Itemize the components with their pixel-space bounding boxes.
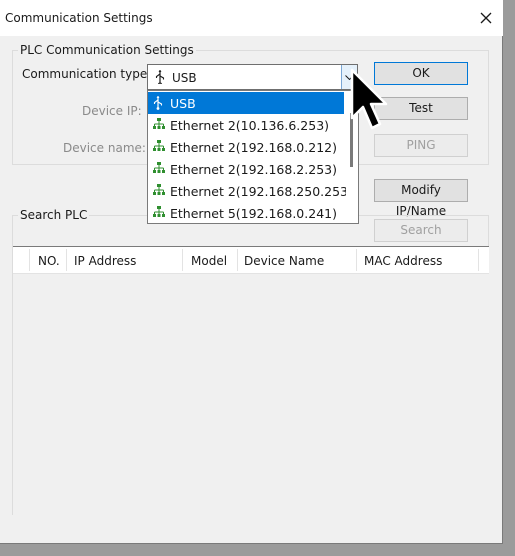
dropdown-option-ethernet[interactable]: Ethernet 5(192.168.0.241) — [148, 202, 344, 223]
close-button[interactable] — [474, 6, 498, 30]
window-title: Communication Settings — [5, 11, 153, 25]
dropdown-option-label: Ethernet 2(192.168.2.253) — [170, 162, 337, 177]
communication-type-dropdown-list[interactable]: USB Ethernet 2(10.136.6.253) Ethernet 2(… — [147, 90, 359, 224]
communication-type-label: Communication type: — [22, 67, 152, 81]
close-icon — [480, 12, 492, 24]
dropdown-option-label: Ethernet 2(192.168.250.253) — [170, 184, 353, 199]
test-button-label: Test — [409, 101, 433, 115]
column-separator — [356, 249, 357, 271]
dropdown-option-label: Ethernet 2(10.136.6.253) — [170, 118, 330, 133]
search-button-label: Search — [400, 223, 442, 237]
column-separator — [182, 249, 183, 271]
usb-icon — [153, 96, 163, 110]
dropdown-option-label: Ethernet 2(192.168.0.212) — [170, 140, 337, 155]
communication-type-select[interactable]: USB — [147, 64, 358, 90]
modify-ip-name-button[interactable]: Modify IP/Name — [374, 179, 468, 218]
column-header-device-name[interactable]: Device Name — [244, 254, 324, 268]
dropdown-option-label: Ethernet 5(192.168.0.241) — [170, 206, 337, 221]
modify-button-label: Modify IP/Name — [395, 183, 447, 218]
usb-icon — [155, 70, 165, 84]
network-icon — [153, 184, 165, 195]
column-header-model[interactable]: Model — [191, 254, 227, 268]
mouse-pointer-icon — [350, 68, 388, 130]
dropdown-option-ethernet[interactable]: Ethernet 2(192.168.2.253) — [148, 158, 344, 180]
dropdown-option-usb[interactable]: USB — [148, 92, 344, 114]
table-header-row: NO. IP Address Model Device Name MAC Add… — [13, 247, 489, 274]
ping-button[interactable]: PING — [374, 134, 468, 157]
dropdown-option-ethernet[interactable]: Ethernet 2(192.168.0.212) — [148, 136, 344, 158]
plc-communication-legend: PLC Communication Settings — [18, 43, 196, 57]
dropdown-option-label: USB — [170, 96, 196, 111]
communication-type-value: USB — [172, 71, 197, 85]
network-icon — [153, 206, 165, 217]
dropdown-option-ethernet[interactable]: Ethernet 2(192.168.250.253) — [148, 180, 353, 202]
column-separator — [29, 249, 30, 271]
column-separator — [478, 249, 479, 271]
network-icon — [153, 140, 165, 151]
column-separator — [237, 249, 238, 271]
column-header-ip-address[interactable]: IP Address — [74, 254, 136, 268]
search-button[interactable]: Search — [374, 219, 468, 242]
dropdown-option-ethernet[interactable]: Ethernet 2(10.136.6.253) — [148, 114, 344, 136]
device-name-label: Device name: — [63, 141, 146, 155]
column-header-mac-address[interactable]: MAC Address — [364, 254, 442, 268]
device-ip-label: Device IP: — [82, 104, 142, 118]
column-separator — [66, 249, 67, 271]
title-bar: Communication Settings — [0, 0, 503, 36]
search-plc-legend: Search PLC — [18, 208, 90, 222]
column-header-no[interactable]: NO. — [38, 254, 60, 268]
ping-button-label: PING — [406, 138, 436, 152]
plc-list-table[interactable]: NO. IP Address Model Device Name MAC Add… — [13, 246, 489, 515]
ok-button-label: OK — [412, 66, 430, 80]
network-icon — [153, 118, 165, 129]
network-icon — [153, 162, 165, 173]
communication-settings-dialog: Communication Settings PLC Communication… — [0, 0, 503, 544]
